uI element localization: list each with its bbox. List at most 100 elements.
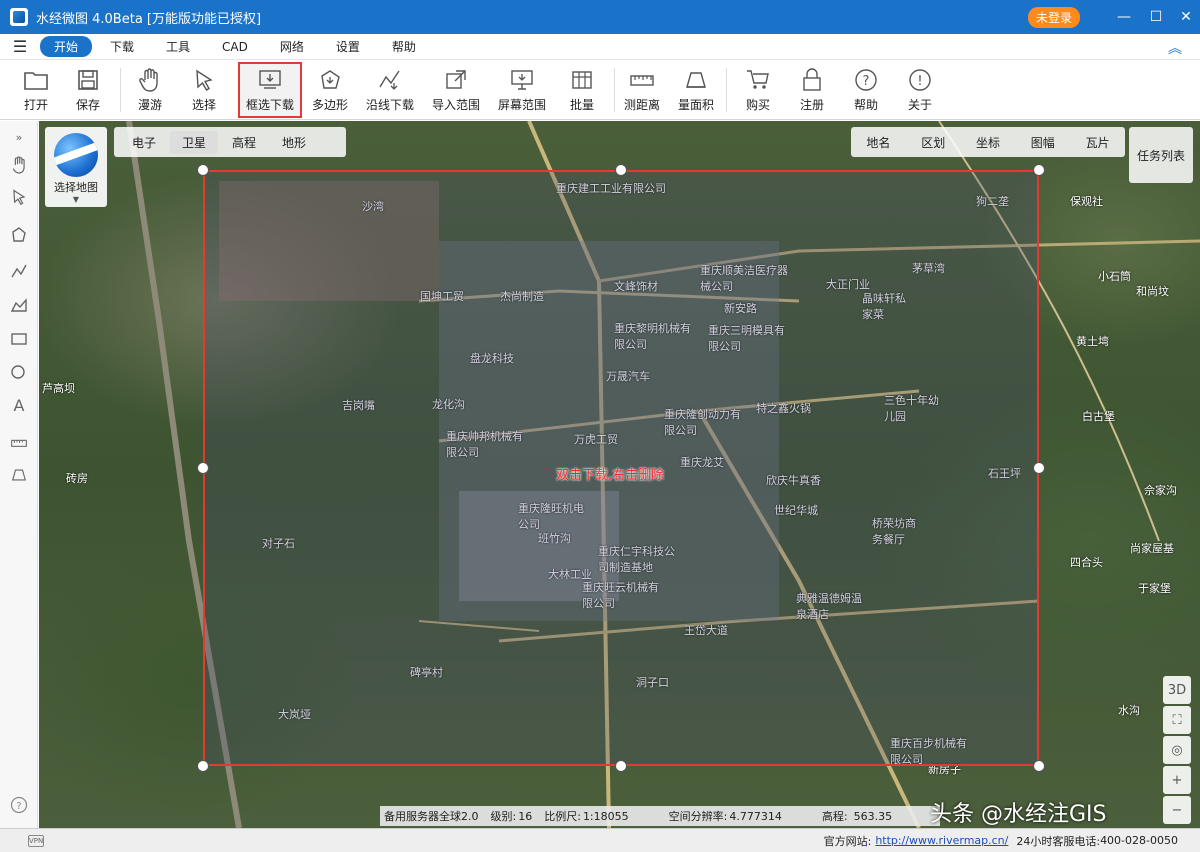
box-download-button[interactable]: 框选下载 — [238, 62, 302, 118]
measure-distance-label: 测距离 — [623, 98, 660, 112]
menu-tools[interactable]: 工具 — [152, 36, 204, 57]
import-range-button[interactable]: 导入范围 — [428, 64, 484, 116]
website-link[interactable]: http://www.rivermap.cn/ — [875, 834, 1008, 847]
zoom-out-icon[interactable]: − — [1163, 796, 1191, 824]
save-icon — [75, 67, 101, 93]
draw-line-icon[interactable] — [7, 259, 31, 283]
locate-icon[interactable]: ◎ — [1163, 736, 1191, 764]
save-button[interactable]: 保存 — [68, 64, 108, 116]
tab-satellite[interactable]: 卫星 — [170, 130, 219, 154]
menu-help[interactable]: 帮助 — [378, 36, 430, 57]
map-label: 砖房 — [66, 472, 88, 485]
draw-area-icon[interactable] — [7, 293, 31, 317]
hand-icon — [137, 67, 163, 93]
resize-handle[interactable] — [1033, 164, 1045, 176]
map-label: 尚家屋基 — [1130, 542, 1174, 555]
resize-handle[interactable] — [615, 760, 627, 772]
map-label: 白古堡 — [1082, 410, 1115, 423]
map-label: 小石筒 — [1098, 270, 1131, 283]
area-icon[interactable] — [7, 463, 31, 487]
resize-handle[interactable] — [615, 164, 627, 176]
title-bar: 水经微图 4.0Beta [万能版功能已授权] 未登录 — ☐ ✕ — [0, 0, 1200, 34]
maximize-button[interactable]: ☐ — [1140, 0, 1172, 34]
tab-coordinates[interactable]: 坐标 — [961, 134, 1016, 151]
login-button[interactable]: 未登录 — [1027, 7, 1080, 28]
add-text-icon[interactable]: A — [7, 393, 31, 417]
pan-button[interactable]: 漫游 — [128, 64, 172, 116]
menu-download[interactable]: 下载 — [96, 36, 148, 57]
cursor-icon[interactable] — [7, 185, 31, 209]
batch-button[interactable]: 批量 — [560, 64, 604, 116]
resize-handle[interactable] — [1033, 760, 1045, 772]
map-label: 水沟 — [1118, 704, 1140, 717]
svg-text:!: ! — [917, 74, 922, 89]
menu-start[interactable]: 开始 — [40, 36, 93, 57]
zoom-in-icon[interactable]: + — [1163, 766, 1191, 794]
map-label: 四合头 — [1070, 556, 1103, 569]
draw-polygon-icon[interactable] — [7, 223, 31, 247]
hand-icon[interactable] — [7, 153, 31, 177]
tab-tiles[interactable]: 瓦片 — [1070, 134, 1125, 151]
fullscreen-icon[interactable]: ⛶ — [1163, 706, 1191, 734]
left-toolbar: » A ? — [0, 121, 38, 828]
menu-network[interactable]: 网络 — [266, 36, 318, 57]
menu-settings[interactable]: 设置 — [322, 36, 374, 57]
vpn-icon[interactable]: VPN — [28, 834, 44, 847]
help-button[interactable]: ? 帮助 — [844, 64, 888, 116]
tab-vector[interactable]: 电子 — [120, 131, 168, 154]
resize-handle[interactable] — [197, 462, 209, 474]
buy-button[interactable]: 购买 — [736, 64, 780, 116]
task-list-button[interactable]: 任务列表 — [1129, 127, 1193, 183]
map-label: 黄土塆 — [1076, 335, 1109, 348]
menu-cad[interactable]: CAD — [208, 38, 262, 56]
open-button[interactable]: 打开 — [14, 64, 58, 116]
close-button[interactable]: ✕ — [1170, 0, 1200, 34]
screen-range-button[interactable]: 屏幕范围 — [494, 64, 550, 116]
line-download-icon — [377, 67, 403, 93]
select-button[interactable]: 选择 — [182, 64, 226, 116]
line-download-button[interactable]: 沿线下载 — [362, 64, 418, 116]
select-label: 选择 — [191, 98, 216, 112]
ruler-icon[interactable] — [7, 431, 31, 455]
cart-icon — [745, 67, 771, 93]
tab-terrain[interactable]: 地形 — [270, 131, 318, 154]
elevation-value: 563.35 — [853, 809, 893, 823]
website-label: 官方网站: — [823, 834, 872, 848]
map-info-bar: 备用服务器全球2.0 级别: 16 比例尺: 1:18055 空间分辨率: 4.… — [380, 806, 940, 826]
batch-icon — [569, 67, 595, 93]
resize-handle[interactable] — [197, 164, 209, 176]
menu-bar: ☰ 开始 下载 工具 CAD 网络 设置 帮助 ︽ — [0, 34, 1200, 60]
resolution-value: 4.777314 — [729, 809, 782, 823]
polygon-button[interactable]: 多边形 — [306, 64, 354, 116]
about-button[interactable]: ! 关于 — [898, 64, 942, 116]
map-label: 保观社 — [1070, 195, 1103, 208]
hamburger-menu-icon[interactable]: ☰ — [0, 37, 40, 56]
resize-handle[interactable] — [1033, 462, 1045, 474]
draw-rectangle-icon[interactable] — [7, 327, 31, 351]
help-icon: ? — [853, 67, 879, 93]
3d-toggle-button[interactable]: 3D — [1163, 676, 1191, 704]
line-download-label: 沿线下载 — [365, 98, 414, 112]
toolbar-divider — [614, 68, 615, 112]
select-map-button[interactable]: 选择地图 ▼ — [45, 127, 107, 207]
help-icon[interactable]: ? — [7, 793, 31, 817]
measure-distance-button[interactable]: 测距离 — [620, 64, 664, 116]
help-label: 帮助 — [853, 98, 878, 112]
screen-icon — [509, 67, 535, 93]
resize-handle[interactable] — [197, 760, 209, 772]
tab-elevation[interactable]: 高程 — [220, 131, 268, 154]
draw-circle-icon[interactable] — [7, 359, 31, 383]
hotline-number: 400-028-0050 — [1100, 834, 1178, 847]
overlay-tabs: 地名 区划 坐标 图幅 瓦片 — [851, 127, 1125, 157]
measure-area-button[interactable]: 量面积 — [674, 64, 718, 116]
elevation-label: 高程: — [821, 810, 848, 823]
screen-range-label: 屏幕范围 — [497, 98, 546, 112]
minimize-button[interactable]: — — [1108, 0, 1140, 34]
collapse-ribbon-icon[interactable]: ︽ — [1168, 38, 1182, 58]
tab-divisions[interactable]: 区划 — [906, 134, 961, 151]
tab-place-names[interactable]: 地名 — [851, 134, 906, 151]
register-button[interactable]: 注册 — [790, 64, 834, 116]
expand-icon[interactable]: » — [7, 125, 31, 149]
tab-sheets[interactable]: 图幅 — [1015, 134, 1070, 151]
app-logo-icon — [10, 8, 28, 26]
